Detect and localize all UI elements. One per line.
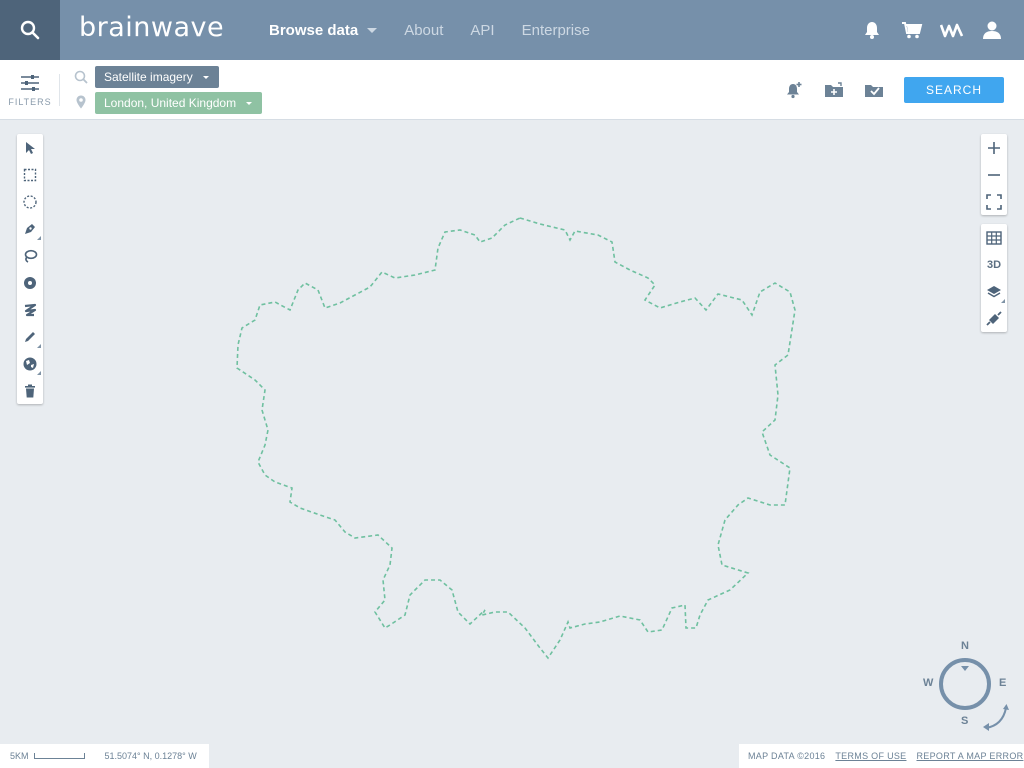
zoom-out-button[interactable] — [981, 161, 1007, 188]
rectangle-select-icon — [23, 168, 37, 181]
edit-pencil-icon — [25, 331, 35, 342]
filter-bar: FILTERS Satellite imagery London, United… — [0, 60, 1024, 120]
cursor-coordinates: 51.5074° N, 0.1278° W — [104, 751, 197, 761]
select-arrow-icon — [26, 141, 35, 154]
pen-icon — [25, 223, 35, 234]
lasso-tool[interactable] — [17, 242, 43, 269]
download-to-folder-button[interactable] — [860, 76, 888, 104]
map-credits: MAP DATA ©2016 TERMS OF USE REPORT A MAP… — [739, 744, 1024, 768]
compass-ring-icon — [939, 658, 1009, 731]
delete-tool[interactable] — [17, 377, 43, 404]
save-to-folder-button[interactable] — [820, 76, 848, 104]
submenu-indicator — [37, 236, 41, 240]
global-search-button[interactable] — [0, 0, 60, 60]
bell-icon — [865, 22, 879, 39]
submenu-indicator — [37, 371, 41, 375]
search-icon — [74, 70, 88, 84]
edit-tool[interactable] — [17, 323, 43, 350]
divider — [59, 74, 60, 106]
london-boundary-outline — [236, 217, 796, 660]
brand-logo[interactable]: brainwave — [79, 12, 224, 43]
location-filter-tag[interactable]: London, United Kingdom — [95, 92, 263, 114]
add-alert-icon — [787, 82, 802, 99]
data-type-filter-tag[interactable]: Satellite imagery — [95, 66, 219, 88]
nav-about[interactable]: About — [404, 22, 443, 39]
zoom-in-icon — [988, 141, 1000, 154]
drawing-tools-palette — [17, 134, 43, 404]
3d-toggle[interactable]: 3D — [981, 251, 1007, 278]
brand-mark-icon — [940, 23, 964, 38]
search-button[interactable]: SEARCH — [904, 77, 1004, 103]
grid-icon — [986, 230, 1002, 245]
satellite-icon — [986, 310, 1002, 326]
search-icon — [20, 20, 40, 40]
map-data-credit: MAP DATA ©2016 — [748, 751, 826, 761]
sliders-icon — [21, 74, 39, 91]
layers-button[interactable] — [981, 278, 1007, 305]
cart-icon — [902, 22, 923, 39]
submenu-indicator — [1001, 299, 1005, 303]
save-folder-icon — [825, 82, 843, 97]
select-tool[interactable] — [17, 134, 43, 161]
download-folder-icon — [865, 85, 883, 97]
main-nav: Browse data About API Enterprise — [269, 0, 617, 60]
nav-enterprise[interactable]: Enterprise — [522, 22, 590, 39]
caret-down-icon — [202, 75, 209, 79]
layers-icon — [987, 285, 1001, 297]
circle-select-tool[interactable] — [17, 188, 43, 215]
scale-and-coordinates: 5KM 51.5074° N, 0.1278° W — [0, 744, 209, 768]
brand-mark-button[interactable] — [932, 10, 972, 50]
freehand-icon — [24, 303, 37, 316]
fullscreen-icon — [986, 193, 1002, 210]
point-radius-icon — [24, 276, 36, 289]
circle-select-icon — [23, 194, 37, 209]
view-controls: 3D — [981, 224, 1007, 332]
compass-control[interactable]: N E S W — [920, 638, 1020, 738]
topbar-actions — [852, 0, 1012, 60]
filters-button[interactable]: FILTERS — [0, 60, 60, 120]
report-map-error-link[interactable]: REPORT A MAP ERROR — [916, 751, 1023, 761]
fullscreen-button[interactable] — [981, 188, 1007, 215]
polygon-pen-tool[interactable] — [17, 215, 43, 242]
caret-down-icon — [246, 101, 253, 105]
cart-button[interactable] — [892, 10, 932, 50]
filter-actions — [780, 76, 900, 104]
zoom-controls — [981, 134, 1007, 215]
freehand-tool[interactable] — [17, 296, 43, 323]
account-button[interactable] — [972, 10, 1012, 50]
globe-tool[interactable] — [17, 350, 43, 377]
scale-bar — [33, 753, 85, 759]
globe-icon — [23, 357, 37, 370]
zoom-in-button[interactable] — [981, 134, 1007, 161]
terms-of-use-link[interactable]: TERMS OF USE — [835, 751, 906, 761]
grid-toggle[interactable] — [981, 224, 1007, 251]
top-navigation-bar: brainwave Browse data About API Enterpri… — [0, 0, 1024, 60]
notifications-button[interactable] — [852, 10, 892, 50]
user-icon — [983, 21, 1001, 39]
nav-api[interactable]: API — [470, 22, 494, 39]
rectangle-select-tool[interactable] — [17, 161, 43, 188]
location-pin-icon — [76, 95, 86, 109]
chevron-down-icon — [367, 27, 378, 33]
zoom-out-icon — [988, 173, 1000, 176]
submenu-indicator — [37, 344, 41, 348]
satellite-button[interactable] — [981, 305, 1007, 332]
lasso-icon — [24, 249, 38, 263]
point-radius-tool[interactable] — [17, 269, 43, 296]
filters-label: FILTERS — [8, 96, 52, 107]
nav-browse-data[interactable]: Browse data — [269, 22, 378, 39]
trash-icon — [25, 384, 35, 397]
scale-label: 5KM — [10, 751, 29, 761]
add-alert-button[interactable] — [780, 76, 808, 104]
